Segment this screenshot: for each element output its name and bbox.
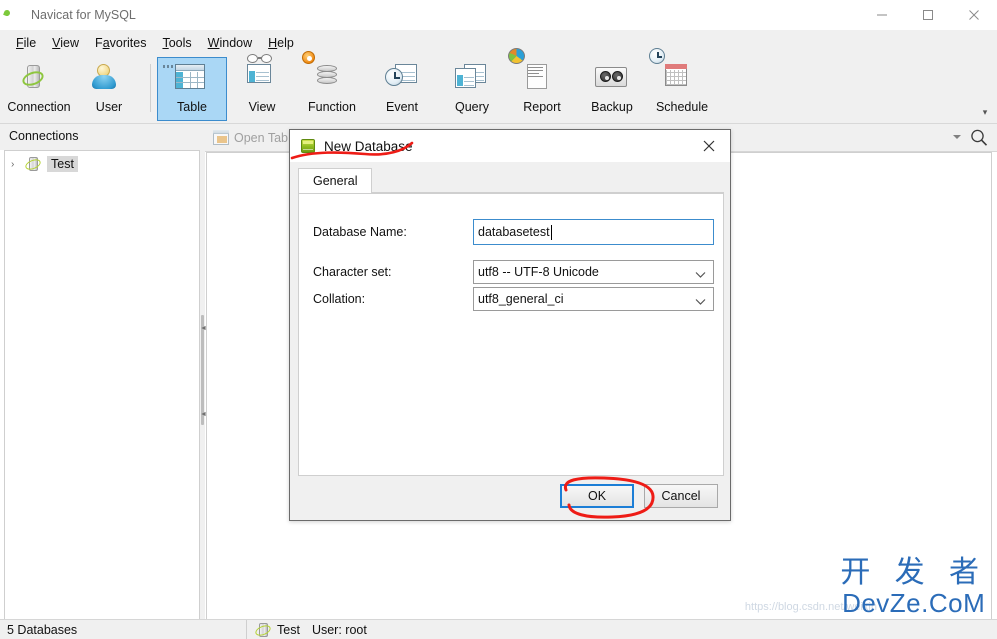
ok-button-label: OK	[587, 489, 607, 503]
open-table-button[interactable]: Open Tab	[213, 130, 288, 145]
open-table-icon	[213, 130, 229, 145]
dialog-button-bar: OK Cancel	[560, 484, 718, 508]
tab-general[interactable]: General	[298, 168, 373, 194]
close-icon[interactable]	[688, 130, 730, 162]
toolbar-button-schedule[interactable]: Schedule	[647, 48, 717, 121]
tree-node-label: Test	[47, 156, 78, 172]
toolbar-label: User	[95, 100, 123, 114]
minimize-icon[interactable]	[859, 0, 905, 30]
chevron-down-icon[interactable]	[695, 295, 706, 309]
toolbar-label: Function	[308, 100, 356, 114]
navicat-dolphin-icon	[8, 7, 24, 23]
collation-value: utf8_general_ci	[478, 292, 564, 306]
window-titlebar: Navicat for MySQL	[0, 0, 997, 30]
panel-splitter[interactable]: ◄ ◄	[200, 150, 207, 620]
toolbar-button-view[interactable]: View	[227, 54, 297, 121]
dialog-title: New Database	[324, 138, 413, 154]
toolbar-button-backup[interactable]: Backup	[577, 57, 647, 121]
event-icon	[385, 64, 419, 96]
dialog-tabstrip: General	[298, 168, 724, 194]
database-name-label: Database Name:	[313, 225, 407, 239]
toolbar-button-query[interactable]: Query	[437, 57, 507, 121]
connection-icon	[23, 156, 43, 172]
window-title: Navicat for MySQL	[31, 8, 136, 22]
chevron-down-icon[interactable]	[695, 268, 706, 282]
status-connection-name: Test	[277, 622, 300, 637]
tab-general-label: General	[313, 174, 358, 188]
maximize-icon[interactable]	[905, 0, 951, 30]
table-icon	[163, 64, 209, 96]
menu-file[interactable]: File	[8, 33, 44, 53]
dialog-titlebar: New Database	[290, 130, 730, 162]
toolbar-label: Table	[177, 100, 207, 114]
connections-tree-panel: › Test	[4, 150, 200, 620]
database-name-input[interactable]: databasetest	[473, 219, 714, 245]
toolstrip-overflow-icon[interactable]	[953, 135, 961, 139]
splitter-tick-down[interactable]: ◄	[200, 411, 207, 418]
schedule-icon	[649, 48, 699, 96]
navicat-main-window: Navicat for MySQL File View Favorites To…	[0, 0, 997, 639]
connections-header-label: Connections	[9, 129, 79, 143]
toolbar-button-function[interactable]: Function	[297, 51, 367, 121]
dialog-tabpage-general: Database Name: databasetest Character se…	[298, 193, 724, 476]
collation-label: Collation:	[313, 292, 366, 306]
collation-select[interactable]: utf8_general_ci	[473, 287, 714, 311]
database-icon	[300, 138, 316, 154]
database-name-value: databasetest	[478, 225, 550, 239]
toolbar-label: Query	[454, 100, 490, 114]
toolbar-label: Backup	[591, 100, 633, 114]
ok-button[interactable]: OK	[560, 484, 634, 508]
cancel-button[interactable]: Cancel	[644, 484, 718, 508]
dialog-body: General Database Name: databasetest Char…	[298, 168, 724, 476]
user-icon	[92, 64, 126, 96]
view-icon	[245, 54, 279, 96]
connection-icon	[253, 622, 273, 638]
toolbar-label: Event	[386, 100, 418, 114]
status-connection-info: Test User: root	[247, 622, 367, 638]
splitter-tick-up[interactable]: ◄	[200, 325, 207, 332]
report-icon	[508, 48, 559, 96]
search-icon[interactable]	[969, 128, 989, 148]
toolbar-label: Schedule	[655, 100, 709, 114]
open-table-label: Open Tab	[234, 130, 288, 145]
text-caret	[550, 224, 552, 240]
toolbar-button-connection[interactable]: Connection	[4, 57, 74, 121]
menu-window[interactable]: Window	[200, 33, 260, 53]
tree-node-test[interactable]: › Test	[5, 153, 199, 175]
toolbar-button-user[interactable]: User	[74, 57, 144, 121]
toolbar-button-event[interactable]: Event	[367, 57, 437, 121]
field-character-set: Character set: utf8 -- UTF-8 Unicode	[313, 260, 714, 284]
toolbar-button-report[interactable]: Report	[507, 48, 577, 121]
toolbar-label: Connection	[7, 100, 71, 114]
new-database-dialog: New Database General Database Name: data…	[289, 129, 731, 521]
status-databases-count: 5 Databases	[7, 622, 78, 637]
menu-favorites[interactable]: Favorites	[87, 33, 154, 53]
menu-tools[interactable]: Tools	[154, 33, 199, 53]
query-icon	[455, 64, 489, 96]
field-collation: Collation: utf8_general_ci	[313, 287, 714, 311]
toolbar-separator	[150, 64, 151, 112]
window-controls	[859, 0, 997, 30]
close-icon[interactable]	[951, 0, 997, 30]
menu-view[interactable]: View	[44, 33, 87, 53]
connection-icon	[20, 64, 56, 96]
function-icon	[302, 51, 349, 96]
menu-help[interactable]: Help	[260, 33, 302, 53]
toolbar-overflow-icon[interactable]: ▾	[979, 106, 991, 118]
statusbar: 5 Databases Test User: root	[0, 619, 997, 639]
toolbar-label: Report	[523, 100, 561, 114]
character-set-label: Character set:	[313, 265, 392, 279]
backup-icon	[595, 64, 629, 96]
character-set-value: utf8 -- UTF-8 Unicode	[478, 265, 599, 279]
toolbar-label: View	[248, 100, 276, 114]
cancel-button-label: Cancel	[661, 489, 701, 503]
status-user: User: root	[311, 622, 367, 637]
toolbar-button-table[interactable]: Table	[157, 57, 227, 121]
menubar: File View Favorites Tools Window Help	[0, 30, 997, 56]
chevron-right-icon[interactable]: ›	[11, 159, 25, 170]
main-toolbar: Connection User Table View Function Even…	[0, 48, 997, 124]
field-database-name: Database Name: databasetest	[313, 219, 714, 245]
character-set-select[interactable]: utf8 -- UTF-8 Unicode	[473, 260, 714, 284]
